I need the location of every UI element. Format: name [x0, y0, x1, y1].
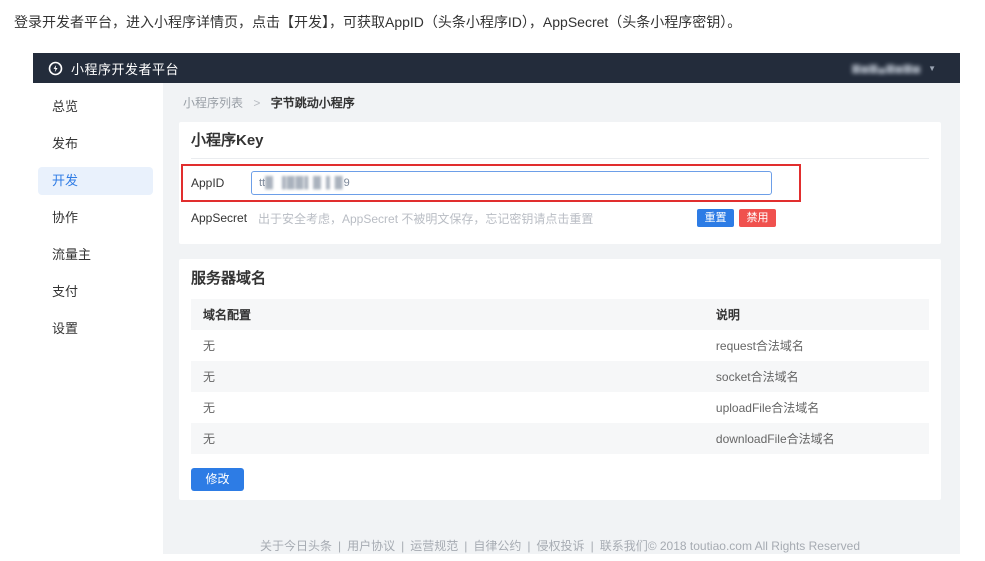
- appid-input[interactable]: tt █ ▐██▌█ ▌█ 9: [251, 171, 772, 195]
- app-window: 小程序开发者平台 ▆▅▆▄▆▅▆▅ ▼ 总览 发布 开发 协作 流量主 支付 设…: [33, 53, 960, 554]
- appid-value-masked: █ ▐██▌█ ▌█: [265, 177, 344, 189]
- table-row-downloadfile: 无 downloadFile合法域名: [191, 423, 929, 454]
- sidebar-item-collaboration[interactable]: 协作: [38, 204, 153, 232]
- footer-separator: |: [338, 539, 342, 553]
- platform-title: 小程序开发者平台: [71, 61, 180, 77]
- miniapp-logo-icon: [48, 61, 63, 76]
- breadcrumb-miniapp-list[interactable]: 小程序列表: [183, 96, 243, 110]
- footer-link-self-discipline[interactable]: 自律公约: [473, 539, 521, 553]
- footer-separator: |: [527, 539, 531, 553]
- downloadfile-domain-value: 无: [191, 423, 704, 454]
- top-navbar: 小程序开发者平台 ▆▅▆▄▆▅▆▅ ▼: [33, 53, 960, 83]
- uploadfile-domain-desc: uploadFile合法域名: [715, 401, 820, 415]
- table-row-request: 无 request合法域名: [191, 330, 929, 361]
- appsecret-placeholder: 出于安全考虑，AppSecret 不被明文保存，忘记密钥请点击重置: [258, 211, 594, 226]
- sidebar-item-overview[interactable]: 总览: [38, 93, 153, 121]
- appsecret-label: AppSecret: [191, 211, 248, 225]
- appid-row: AppID tt █ ▐██▌█ ▌█ 9: [181, 164, 929, 202]
- chevron-down-icon: ▼: [928, 63, 936, 73]
- domain-config-header: 域名配置: [191, 299, 704, 330]
- domain-desc-header: 说明: [703, 299, 929, 330]
- breadcrumb-separator: >: [253, 96, 261, 110]
- reset-secret-button[interactable]: 重置: [697, 209, 734, 227]
- sidebar-nav: 总览 发布 开发 协作 流量主 支付 设置: [33, 83, 163, 554]
- footer-link-contact[interactable]: 联系我们: [600, 539, 648, 553]
- breadcrumb: 小程序列表 > 字节跳动小程序: [179, 83, 941, 122]
- domain-table-header-row: 域名配置 说明: [191, 299, 929, 330]
- appid-value-suffix: 9: [343, 177, 350, 189]
- instruction-text: 登录开发者平台，进入小程序详情页，点击【开发】，可获取AppID（头条小程序ID…: [14, 14, 742, 30]
- footer-link-user-agreement[interactable]: 用户协议: [347, 539, 395, 553]
- footer-separator: |: [464, 539, 468, 553]
- footer-separator: |: [401, 539, 405, 553]
- request-domain-desc: request合法域名: [715, 339, 804, 353]
- miniapp-key-card: 小程序Key AppID tt █ ▐██▌█ ▌█ 9 AppSecret 出…: [179, 122, 941, 244]
- table-row-socket: 无 socket合法域名: [191, 361, 929, 392]
- socket-domain-value: 无: [191, 361, 704, 392]
- footer-link-operation-rules[interactable]: 运营规范: [410, 539, 458, 553]
- sidebar-item-publish[interactable]: 发布: [38, 130, 153, 158]
- footer-link-infringement[interactable]: 侵权投诉: [537, 539, 585, 553]
- footer-separator: |: [590, 539, 594, 553]
- downloadfile-domain-desc: downloadFile合法域名: [703, 423, 929, 454]
- socket-domain-desc: socket合法域名: [703, 361, 929, 392]
- domain-section-title: 服务器域名: [191, 270, 267, 287]
- username-masked: ▆▅▆▄▆▅▆▅: [852, 62, 922, 74]
- breadcrumb-current: 字节跳动小程序: [270, 96, 355, 110]
- footer-link-about[interactable]: 关于今日头条: [260, 539, 332, 553]
- server-domain-card: 服务器域名 域名配置 说明 无 request合法域名 无 socket合法域名…: [179, 259, 941, 500]
- request-domain-value: 无: [203, 339, 216, 353]
- sidebar-item-settings[interactable]: 设置: [38, 315, 153, 343]
- user-menu[interactable]: ▆▅▆▄▆▅▆▅ ▼: [852, 63, 936, 74]
- appsecret-row: AppSecret 出于安全考虑，AppSecret 不被明文保存，忘记密钥请点…: [191, 203, 929, 233]
- footer-copyright: © 2018 toutiao.com All Rights Reserved: [647, 539, 860, 553]
- sidebar-item-payment[interactable]: 支付: [38, 278, 153, 306]
- main-content: 小程序列表 > 字节跳动小程序 小程序Key AppID tt █ ▐██▌█ …: [163, 83, 960, 554]
- appid-label: AppID: [191, 176, 225, 190]
- modify-domain-button[interactable]: 修改: [191, 468, 244, 491]
- disable-secret-button[interactable]: 禁用: [739, 209, 776, 227]
- page-footer: 关于今日头条 | 用户协议 | 运营规范 | 自律公约 | 侵权投诉 | 联系我们© 2018 to…: [179, 500, 941, 561]
- domain-table: 域名配置 说明 无 request合法域名 无 socket合法域名 无 upl…: [191, 299, 929, 454]
- table-row-uploadfile: 无 uploadFile合法域名: [191, 392, 929, 423]
- sidebar-item-traffic[interactable]: 流量主: [38, 241, 153, 269]
- key-section-title: 小程序Key: [191, 133, 929, 159]
- sidebar-item-develop[interactable]: 开发: [38, 167, 153, 195]
- uploadfile-domain-value: 无: [203, 401, 216, 415]
